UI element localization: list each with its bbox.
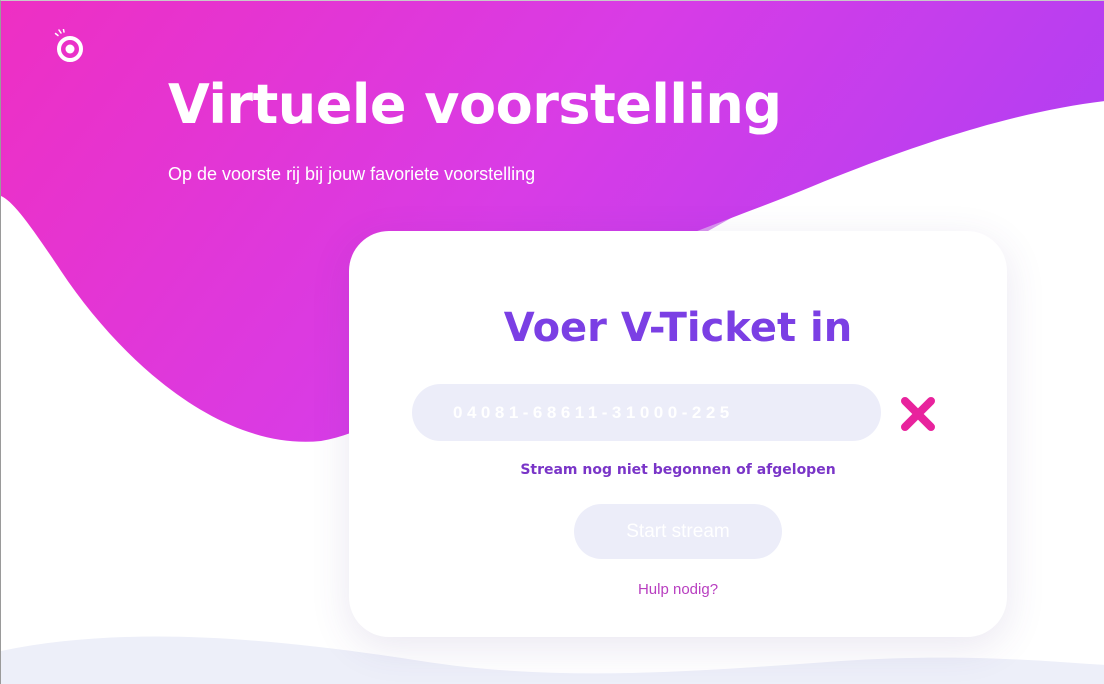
page-subtitle: Op de voorste rij bij jouw favoriete voo… <box>168 164 536 184</box>
help-link[interactable]: Hulp nodig? <box>349 581 1007 598</box>
clear-ticket-button[interactable] <box>897 393 939 435</box>
page-title: Virtuele voorstelling <box>168 73 782 136</box>
stream-status-message: Stream nog niet begonnen of afgelopen <box>520 462 836 478</box>
eye-logo-icon[interactable] <box>53 29 87 63</box>
ticket-code-input[interactable] <box>412 384 881 441</box>
close-icon <box>901 397 935 431</box>
bottom-wave <box>1 636 1104 684</box>
ticket-card-title: Voer V-Ticket in <box>503 305 853 351</box>
ticket-page: Virtuele voorstelling Op de voorste rij … <box>0 0 1104 684</box>
start-stream-button[interactable]: Start stream <box>574 504 782 559</box>
ticket-card: Voer V-Ticket in Stream nog niet begonne… <box>349 231 1007 637</box>
